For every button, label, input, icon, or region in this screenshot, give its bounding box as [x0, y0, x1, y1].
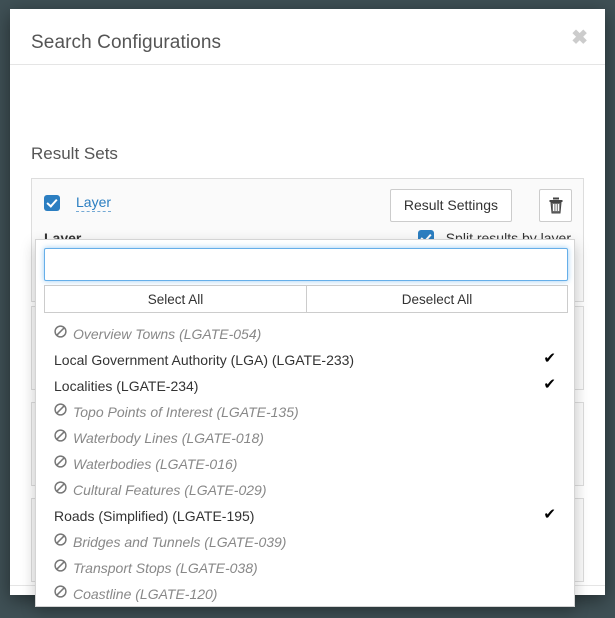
ban-icon — [54, 398, 67, 424]
ban-icon — [54, 580, 67, 604]
select-all-button-group: Select All Deselect All — [44, 285, 568, 313]
layer-option-label: Local Government Authority (LGA) (LGATE-… — [54, 352, 355, 369]
ban-icon — [54, 424, 67, 450]
layer-option-label: Roads (Simplified) (LGATE-195) — [54, 508, 255, 525]
ban-icon — [54, 528, 67, 554]
ban-icon — [54, 476, 67, 502]
layer-option-label: Localities (LGATE-234) — [54, 378, 199, 395]
layer-option-label: Waterbodies (LGATE-016) — [73, 456, 238, 473]
check-icon: ✔ — [543, 376, 556, 393]
delete-result-set-button[interactable] — [539, 189, 572, 222]
ban-icon — [54, 450, 67, 476]
select-all-button[interactable]: Select All — [45, 286, 306, 312]
result-sets-heading: Result Sets — [31, 144, 118, 163]
layer-option-item[interactable]: Roads (Simplified) (LGATE-195) ✔ — [36, 502, 574, 528]
layer-search-input[interactable] — [44, 248, 568, 281]
check-icon: ✔ — [543, 506, 556, 523]
layer-option-label: Overview Towns (LGATE-054) — [73, 326, 262, 343]
layer-option-item[interactable]: Waterbody Lines (LGATE-018) — [36, 424, 574, 450]
layer-option-label: Coastline (LGATE-120) — [73, 586, 218, 603]
layer-option-list: Overview Towns (LGATE-054) Local Governme… — [36, 320, 574, 604]
result-settings-button[interactable]: Result Settings — [389, 189, 512, 222]
layer-option-label: Waterbody Lines (LGATE-018) — [73, 430, 264, 447]
layer-option-item[interactable]: Local Government Authority (LGA) (LGATE-… — [36, 346, 574, 372]
layer-option-item[interactable]: Transport Stops (LGATE-038) — [36, 554, 574, 580]
layer-multiselect-dropdown: Select All Deselect All Overview Towns (… — [35, 239, 575, 607]
layer-option-label: Transport Stops (LGATE-038) — [73, 560, 258, 577]
layer-option-item[interactable]: Localities (LGATE-234) ✔ — [36, 372, 574, 398]
deselect-all-button[interactable]: Deselect All — [306, 286, 567, 312]
layer-option-label: Topo Points of Interest (LGATE-135) — [73, 404, 299, 421]
dialog-header: Search Configurations ✖ — [10, 9, 605, 65]
layer-option-item[interactable]: Cultural Features (LGATE-029) — [36, 476, 574, 502]
result-set-enabled-checkbox[interactable] — [44, 195, 60, 211]
layer-option-item[interactable]: Coastline (LGATE-120) — [36, 580, 574, 604]
layer-option-item[interactable]: Bridges and Tunnels (LGATE-039) — [36, 528, 574, 554]
ban-icon — [54, 320, 67, 346]
result-set-card-header: Layer Result Settings — [43, 189, 572, 222]
layer-name-link[interactable]: Layer — [76, 194, 112, 212]
layer-option-label: Bridges and Tunnels (LGATE-039) — [73, 534, 287, 551]
layer-option-item[interactable]: Topo Points of Interest (LGATE-135) — [36, 398, 574, 424]
close-icon[interactable]: ✖ — [571, 28, 588, 48]
layer-option-item[interactable]: Overview Towns (LGATE-054) — [36, 320, 574, 346]
ban-icon — [54, 554, 67, 580]
layer-option-item[interactable]: Waterbodies (LGATE-016) — [36, 450, 574, 476]
layer-option-label: Cultural Features (LGATE-029) — [73, 482, 267, 499]
trash-icon — [540, 197, 571, 214]
check-icon: ✔ — [543, 350, 556, 367]
page-title: Search Configurations — [31, 32, 222, 53]
